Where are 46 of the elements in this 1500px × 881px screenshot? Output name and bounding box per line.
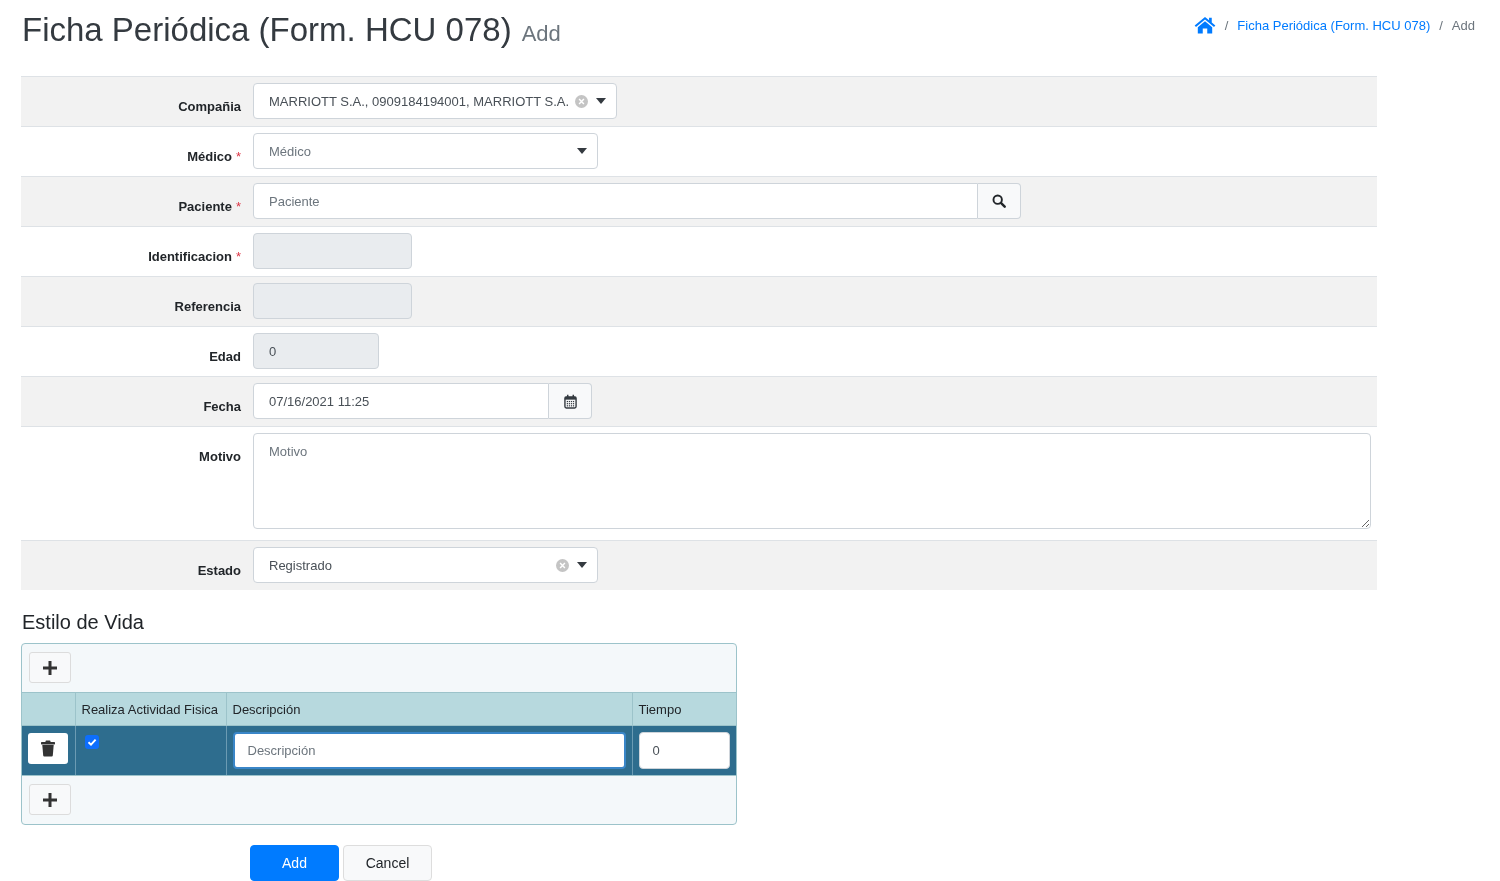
field-label: Identificacion (148, 248, 232, 266)
breadcrumb-separator: / (1439, 17, 1443, 33)
submit-button[interactable]: Add (250, 845, 339, 881)
page-subtitle: Add (521, 21, 561, 47)
delete-button[interactable] (28, 733, 68, 764)
search-button[interactable] (978, 183, 1021, 219)
text-area[interactable]: Motivo (253, 433, 1371, 529)
cancel-button[interactable]: Cancel (343, 845, 432, 881)
required-mark: * (235, 248, 241, 266)
number-input[interactable]: 0 (638, 732, 730, 769)
trash-icon (41, 740, 55, 757)
column-header: Tiempo (632, 692, 736, 726)
breadcrumb-separator: / (1224, 17, 1229, 33)
add-row-button[interactable] (29, 652, 71, 683)
field-label: Paciente (178, 198, 232, 216)
breadcrumb-link[interactable]: Ficha Periódica (Form. HCU 078) (1237, 17, 1431, 33)
required-mark: * (235, 198, 241, 216)
required-mark: * (235, 148, 241, 166)
calendar-button[interactable] (549, 383, 592, 419)
field-label: Estado (197, 562, 241, 580)
search-icon (992, 194, 1006, 208)
plus-icon (42, 791, 58, 808)
select-field[interactable]: Médico (253, 133, 598, 169)
plus-icon (42, 659, 58, 676)
field-label: Motivo (199, 448, 241, 466)
column-header: Realiza Actividad Fisica (75, 692, 226, 726)
breadcrumb-current: Add (1451, 17, 1475, 33)
field-label: Edad (209, 348, 241, 366)
select-field[interactable]: MARRIOTT S.A., 0909184194001, MARRIOTT S.A. (253, 83, 618, 119)
section-title: Estilo de Vida (22, 610, 144, 634)
select-field[interactable]: Registrado (253, 547, 598, 583)
add-row-button[interactable] (29, 784, 71, 815)
calendar-icon (563, 393, 577, 409)
caret-icon (596, 98, 607, 104)
date-input[interactable]: 07/16/2021 11:25 (253, 383, 549, 419)
column-header: Descripción (226, 692, 632, 726)
caret-icon (577, 562, 587, 568)
text-input[interactable]: Descripción (232, 732, 626, 769)
field-label: Médico (187, 148, 232, 166)
field-label: Referencia (174, 298, 241, 316)
field-label: Compañia (178, 98, 241, 116)
page-title: Ficha Periódica (Form. HCU 078) (22, 10, 512, 50)
field-label: Fecha (203, 398, 241, 416)
home-icon[interactable] (1193, 16, 1216, 34)
checkbox[interactable] (84, 735, 99, 749)
caret-icon (577, 148, 587, 154)
